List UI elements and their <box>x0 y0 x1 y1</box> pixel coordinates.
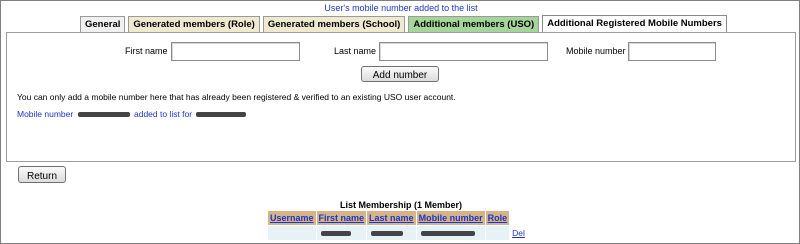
table-row: Del <box>268 226 527 240</box>
page-frame: User's mobile number added to the list G… <box>0 0 800 244</box>
tab-generated-school[interactable]: Generated members (School) <box>262 16 406 32</box>
column-header[interactable]: Role <box>485 211 510 225</box>
column-header[interactable]: Mobile number <box>416 211 485 225</box>
cell-action: Del <box>510 226 527 240</box>
success-prefix: Mobile number <box>17 109 74 119</box>
add-number-button[interactable]: Add number <box>361 66 439 82</box>
membership-title: List Membership (1 Member) <box>339 200 463 210</box>
membership-table: Username First name Last name Mobile num… <box>267 210 528 241</box>
cell-last-name <box>367 226 416 240</box>
mobile-number-label: Mobile number <box>566 46 626 56</box>
table-header-row: Username First name Last name Mobile num… <box>268 211 527 225</box>
cell-mobile <box>416 226 485 240</box>
redacted-user <box>196 112 247 118</box>
last-name-input[interactable] <box>379 42 548 61</box>
tab-panel: First name Last name Mobile number Add n… <box>6 32 796 162</box>
success-message: Mobile number added to list for <box>17 109 248 119</box>
info-note: You can only add a mobile number here th… <box>17 92 456 102</box>
tab-generated-role[interactable]: Generated members (Role) <box>128 16 260 32</box>
redacted-mobile <box>77 112 130 118</box>
tab-general[interactable]: General <box>80 16 126 32</box>
mobile-number-input[interactable] <box>628 42 716 61</box>
cell-role <box>485 226 510 240</box>
last-name-label: Last name <box>334 46 377 56</box>
tab-bar: General Generated members (Role) Generat… <box>80 15 727 32</box>
column-header[interactable]: Username <box>268 211 316 225</box>
cell-username <box>268 226 316 240</box>
tab-additional-mobile[interactable]: Additional Registered Mobile Numbers <box>542 15 727 32</box>
return-button[interactable]: Return <box>18 166 66 183</box>
cell-first-name <box>316 226 367 240</box>
success-middle: added to list for <box>133 109 193 119</box>
tab-additional-uso[interactable]: Additional members (USO) <box>408 16 540 32</box>
status-message: User's mobile number added to the list <box>324 3 478 13</box>
column-header[interactable]: Last name <box>367 211 416 225</box>
column-header[interactable]: First name <box>316 211 367 225</box>
action-header <box>510 211 527 225</box>
first-name-label: First name <box>125 46 168 56</box>
delete-link[interactable]: Del <box>512 228 525 238</box>
first-name-input[interactable] <box>171 42 300 61</box>
